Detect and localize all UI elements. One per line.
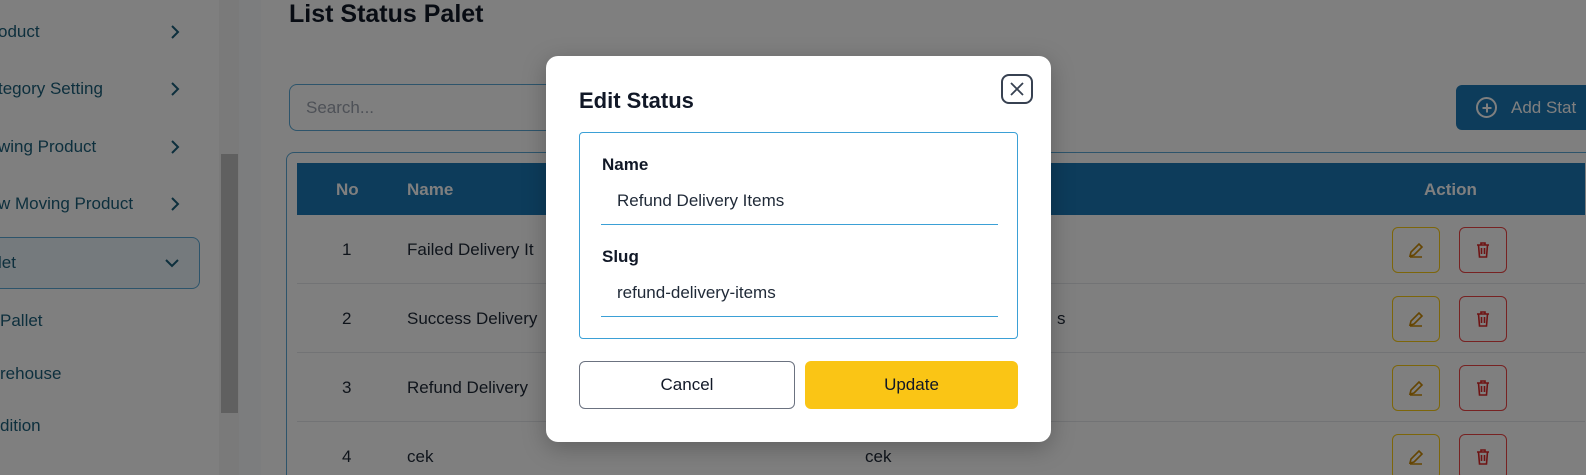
name-field[interactable] (601, 178, 998, 225)
cancel-button[interactable]: Cancel (579, 361, 795, 409)
edit-form: Name Slug (579, 132, 1018, 339)
name-label: Name (602, 155, 649, 174)
edit-status-modal: Edit Status Name Slug Cancel Update (546, 56, 1051, 442)
close-icon (1010, 82, 1024, 96)
modal-title: Edit Status (579, 88, 694, 113)
update-button[interactable]: Update (805, 361, 1018, 409)
slug-field[interactable] (601, 270, 998, 317)
slug-label: Slug (602, 247, 639, 266)
close-button[interactable] (1001, 74, 1033, 104)
